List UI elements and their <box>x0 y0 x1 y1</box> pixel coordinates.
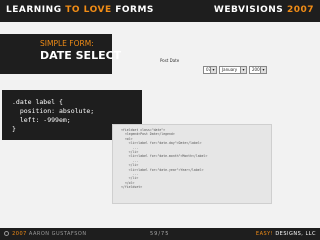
slide-header: LEARNING TO LOVE FORMS WEBVISIONS 2007 <box>0 0 320 22</box>
chevron-down-icon: ▾ <box>240 67 246 73</box>
year-select[interactable]: 2007 ▾ <box>249 66 267 74</box>
chevron-down-icon: ▾ <box>260 67 266 73</box>
presentation-title: LEARNING TO LOVE FORMS <box>6 5 154 15</box>
slide-title: DATE SELECT <box>40 49 122 62</box>
slide-subtitle: SIMPLE FORM: <box>40 39 94 48</box>
title-part1: LEARNING <box>6 5 62 15</box>
copyright: 2007 AARON GUSTAFSON <box>4 231 87 237</box>
event-year: 2007 <box>286 5 314 15</box>
day-select[interactable]: 07 ▾ <box>203 66 217 74</box>
post-date-legend: Post Date <box>160 58 180 63</box>
month-select[interactable]: January ▾ <box>219 66 247 74</box>
slide-title-block: SIMPLE FORM: DATE SELECT <box>0 34 122 74</box>
title-accent: TO LOVE <box>65 5 112 15</box>
title-part2: FORMS <box>115 5 154 15</box>
chevron-down-icon: ▾ <box>210 67 216 73</box>
slide-footer: 2007 AARON GUSTAFSON 59/75 EASY! DESIGNS… <box>0 228 320 240</box>
event-name: WEBVISIONS 2007 <box>213 5 314 15</box>
copyright-icon <box>4 231 9 236</box>
html-code-block: <fieldset class="date"> <legend>Post Dat… <box>112 124 272 204</box>
brand-name: EASY! DESIGNS, LLC <box>255 231 316 237</box>
page-number: 59/75 <box>150 231 170 237</box>
